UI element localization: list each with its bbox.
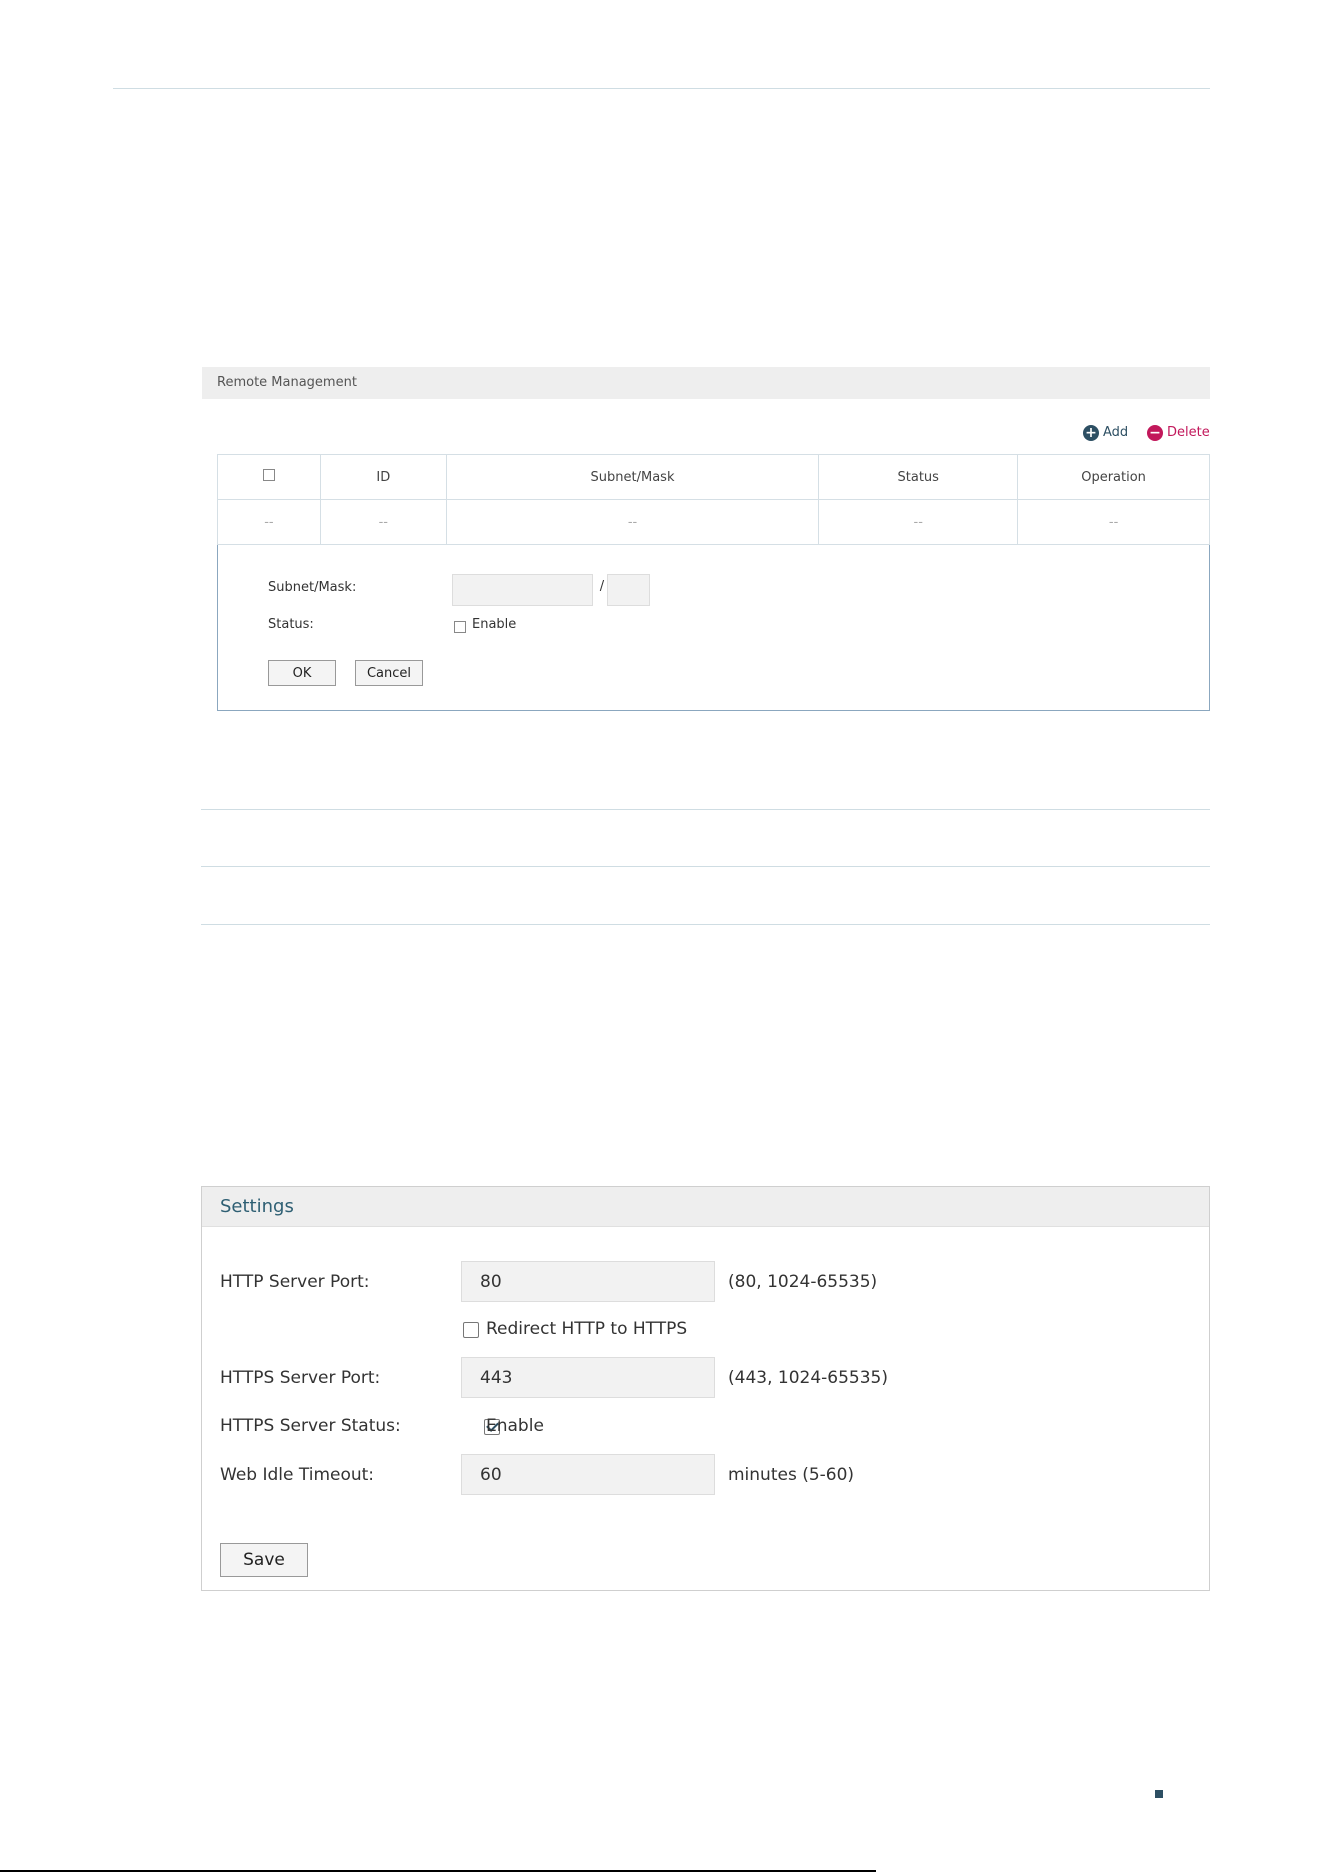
remote-management-title: Remote Management	[217, 375, 357, 390]
http-port-input[interactable]	[461, 1261, 715, 1302]
idle-timeout-input[interactable]	[461, 1454, 715, 1495]
subnet-mask-label: Subnet/Mask:	[268, 580, 357, 595]
settings-header: Settings	[202, 1187, 1209, 1227]
idle-timeout-label: Web Idle Timeout:	[220, 1465, 375, 1485]
column-header-subnet-mask: Subnet/Mask	[445, 454, 820, 500]
settings-title: Settings	[220, 1196, 294, 1217]
redirect-label: Redirect HTTP to HTTPS	[486, 1319, 688, 1339]
section-divider	[201, 809, 1210, 810]
status-label: Status:	[268, 617, 314, 632]
settings-panel: Settings HTTP Server Port: (80, 1024-655…	[201, 1186, 1210, 1591]
table-cell: --	[1017, 499, 1210, 545]
column-header-status: Status	[818, 454, 1019, 500]
https-port-label: HTTPS Server Port:	[220, 1368, 381, 1388]
status-enable-label: Enable	[472, 617, 517, 632]
https-enable-label: Enable	[486, 1416, 544, 1436]
https-status-label: HTTPS Server Status:	[220, 1416, 401, 1436]
ok-button[interactable]: OK	[268, 660, 336, 686]
column-header-operation: Operation	[1017, 454, 1210, 500]
table-cell: --	[319, 499, 447, 545]
idle-timeout-hint: minutes (5-60)	[728, 1465, 855, 1485]
select-all-checkbox[interactable]	[262, 469, 275, 481]
table-cell: --	[217, 499, 321, 545]
http-port-hint: (80, 1024-65535)	[728, 1272, 878, 1292]
remote-management-edit-form: Subnet/Mask: / Status: Enable OK Cancel	[217, 545, 1210, 711]
page-marker-square	[1155, 1790, 1163, 1798]
section-divider	[201, 924, 1210, 925]
subnet-input[interactable]	[452, 574, 593, 606]
select-all-cell	[217, 454, 321, 500]
cancel-button[interactable]: Cancel	[355, 660, 423, 686]
column-header-id: ID	[319, 454, 447, 500]
http-port-label: HTTP Server Port:	[220, 1272, 370, 1292]
table-row: -- -- -- -- --	[217, 499, 1210, 545]
status-enable-checkbox[interactable]	[454, 621, 466, 633]
remote-management-header: Remote Management	[202, 367, 1210, 399]
redirect-checkbox[interactable]	[463, 1322, 479, 1338]
https-port-input[interactable]	[461, 1357, 715, 1398]
table-cell: --	[818, 499, 1019, 545]
top-divider	[113, 88, 1210, 89]
remote-management-table: ID Subnet/Mask Status Operation -- -- --…	[217, 454, 1210, 545]
mask-input[interactable]	[607, 574, 650, 606]
add-button[interactable]: + Add	[1083, 424, 1128, 442]
minus-circle-icon: −	[1147, 425, 1163, 441]
plus-circle-icon: +	[1083, 425, 1099, 441]
delete-label: Delete	[1167, 425, 1210, 440]
add-label: Add	[1103, 425, 1129, 440]
table-cell: --	[445, 499, 820, 545]
section-divider	[201, 866, 1210, 867]
delete-button[interactable]: − Delete	[1147, 424, 1210, 442]
save-button[interactable]: Save	[220, 1543, 308, 1577]
table-header-row: ID Subnet/Mask Status Operation	[217, 454, 1210, 500]
https-port-hint: (443, 1024-65535)	[728, 1368, 888, 1388]
